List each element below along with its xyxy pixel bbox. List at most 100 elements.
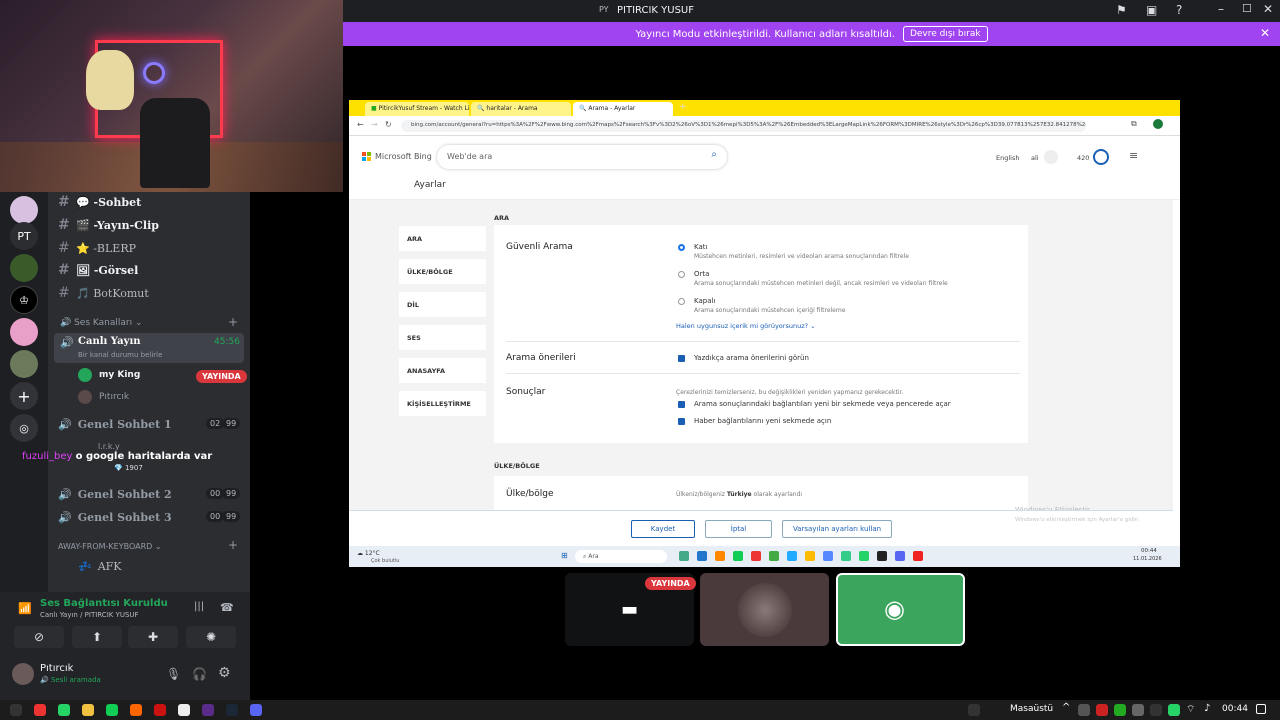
channel-blerp[interactable]: # ⭐ -BLERP <box>58 238 136 258</box>
app-icon[interactable] <box>715 551 725 561</box>
app-icon[interactable] <box>679 551 689 561</box>
browser-tab[interactable]: ■ PitircikYusuf Stream - Watch Li <box>365 102 470 116</box>
channel-canli-yayin[interactable]: 🔊 Canlı Yayın 45:56 Bir kanal durumu bel… <box>54 333 244 363</box>
tray-icon[interactable] <box>1168 704 1180 716</box>
search-icon[interactable]: ⌕ <box>711 149 717 160</box>
inner-search-box[interactable]: ⌕ Ara <box>575 550 667 563</box>
app-icon[interactable] <box>751 551 761 561</box>
whatsapp-icon[interactable] <box>58 704 70 716</box>
headphones-icon[interactable]: 🎧 <box>192 667 207 681</box>
notification-icon[interactable] <box>1256 704 1266 714</box>
disconnect-icon[interactable]: ☎ <box>220 601 234 614</box>
microphone-icon[interactable]: 🎙 <box>166 667 181 681</box>
activities-button[interactable]: ✚ <box>128 626 178 648</box>
tray-icon[interactable] <box>1114 704 1126 716</box>
close-banner-icon[interactable]: ✕ <box>1260 26 1270 40</box>
channel-gorsel[interactable]: # 🖼 -Görsel <box>58 260 138 280</box>
bing-logo[interactable]: Microsoft Bing <box>362 152 432 161</box>
tray-chevron-icon[interactable]: ^ <box>1062 702 1070 713</box>
volume-icon[interactable]: ♪ <box>1204 703 1210 714</box>
url-input[interactable]: bing.com/account/general?ru=https%3A%2F%… <box>401 120 1086 132</box>
checkbox-new-tab-results[interactable] <box>678 401 685 408</box>
stream-view[interactable]: ■ PitircikYusuf Stream - Watch Li 🔍 hari… <box>349 100 1180 567</box>
server-pt[interactable]: PT <box>10 222 38 250</box>
app-icon[interactable] <box>202 704 214 716</box>
rewards-points[interactable]: 420 <box>1077 154 1089 162</box>
channel-botkomut[interactable]: # 🎵 BotKomut <box>58 283 149 303</box>
radio-kapali[interactable] <box>678 298 685 305</box>
app-icon[interactable] <box>859 551 869 561</box>
forward-icon[interactable]: → <box>371 120 378 129</box>
back-icon[interactable]: ← <box>357 120 364 129</box>
explorer-icon[interactable] <box>82 704 94 716</box>
server-icon[interactable] <box>10 254 38 282</box>
tray-icon[interactable] <box>1078 704 1090 716</box>
nav-ulke-bolge[interactable]: ÜLKE/BÖLGE <box>399 259 486 284</box>
avatar[interactable] <box>12 663 34 685</box>
browser-tab[interactable]: 🔍 haritalar - Arama <box>471 102 571 116</box>
app-icon[interactable] <box>913 551 923 561</box>
server-icon[interactable] <box>10 196 38 224</box>
save-button[interactable]: Kaydet <box>631 520 695 538</box>
start-icon[interactable]: ⊞ <box>561 551 568 560</box>
search-app-icon[interactable] <box>130 704 142 716</box>
weather-widget[interactable]: ☁ 12°C <box>357 550 380 557</box>
app-icon[interactable] <box>769 551 779 561</box>
channel-sohbet[interactable]: # 💬 -Sohbet <box>58 192 141 212</box>
explore-icon[interactable]: ◎ <box>10 414 38 442</box>
checkbox-suggestions[interactable] <box>678 355 685 362</box>
server-icon[interactable] <box>10 318 38 346</box>
add-channel-icon[interactable]: + <box>228 315 238 329</box>
voice-category[interactable]: 🔊 Ses Kanalları ⌄ <box>60 318 142 328</box>
app-icon[interactable] <box>841 551 851 561</box>
waveform-icon[interactable]: ||| <box>194 601 204 612</box>
soundboard-button[interactable]: ✺ <box>186 626 236 648</box>
defaults-button[interactable]: Varsayılan ayarları kullan <box>782 520 892 538</box>
rewards-icon[interactable] <box>1093 149 1109 165</box>
add-channel-icon[interactable]: + <box>228 538 238 552</box>
nav-kisisellestirme[interactable]: KİŞİSELLEŞTİRME <box>399 391 486 416</box>
tray-icon[interactable] <box>1150 704 1162 716</box>
bing-search-box[interactable]: Web'de ara ⌕ <box>437 145 727 169</box>
new-tab-icon[interactable]: + <box>679 102 687 112</box>
reload-icon[interactable]: ↻ <box>385 120 392 129</box>
channel-yayin-clip[interactable]: # 🎬 -Yayın-Clip <box>58 215 159 235</box>
disable-streamer-mode-button[interactable]: Devre dışı bırak <box>902 26 988 42</box>
server-icon[interactable]: ♔ <box>10 286 38 314</box>
xbox-icon[interactable] <box>106 704 118 716</box>
menu-icon[interactable]: ≡ <box>1129 149 1138 162</box>
account-icon[interactable] <box>1044 150 1058 164</box>
channel-genel3[interactable]: 🔊 Genel Sohbet 3 <box>58 507 172 527</box>
screen-share-button[interactable]: ⬆ <box>72 626 122 648</box>
tray-icon[interactable] <box>1132 704 1144 716</box>
account-name[interactable]: ali <box>1031 154 1039 162</box>
settings-gear-icon[interactable]: ⚙ <box>218 665 231 681</box>
app-icon[interactable] <box>823 551 833 561</box>
radio-kati[interactable] <box>678 244 685 251</box>
extensions-icon[interactable]: ⧉ <box>1131 119 1137 129</box>
radio-orta[interactable] <box>678 271 685 278</box>
afk-category[interactable]: AWAY-FROM-KEYBOARD ⌄ <box>58 542 162 551</box>
add-server-icon[interactable]: + <box>10 382 38 410</box>
close-icon[interactable]: ✕ <box>1263 2 1273 16</box>
app-icon[interactable] <box>877 551 887 561</box>
screen-share-tile[interactable]: YAYINDA ▬ <box>565 573 696 646</box>
nav-anasayfa[interactable]: ANASAYFA <box>399 358 486 383</box>
flag-icon[interactable]: ⚑ <box>1116 3 1127 17</box>
discord-icon[interactable] <box>250 704 262 716</box>
voice-user[interactable]: my King <box>99 370 140 380</box>
app-icon[interactable] <box>154 704 166 716</box>
wifi-icon[interactable]: ⌔ <box>1186 703 1195 716</box>
profile-icon[interactable] <box>1153 119 1163 129</box>
nav-ses[interactable]: SES <box>399 325 486 350</box>
cancel-button[interactable]: İptal <box>705 520 772 538</box>
app-icon[interactable] <box>787 551 797 561</box>
start-icon[interactable] <box>10 704 22 716</box>
channel-afk[interactable]: 💤 AFK <box>78 556 122 576</box>
tray-icon[interactable] <box>1096 704 1108 716</box>
app-icon[interactable] <box>968 704 980 716</box>
desktop-toolbar[interactable]: Masaüstü <box>1010 704 1053 714</box>
inappropriate-content-link[interactable]: Halen uygunsuz içerik mi görüyorsunuz? ⌄ <box>676 322 816 330</box>
server-icon[interactable] <box>10 350 38 378</box>
participant-tile[interactable] <box>700 573 829 646</box>
